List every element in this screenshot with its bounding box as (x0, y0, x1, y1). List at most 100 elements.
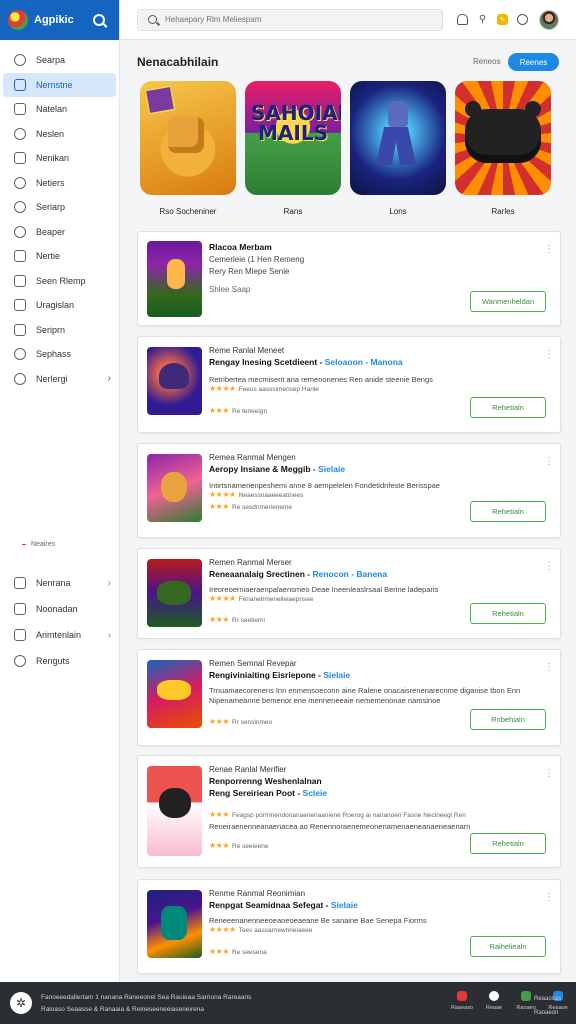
sidebar-item[interactable]: Noonadan (0, 596, 119, 622)
filter-icon[interactable]: ⚲ (477, 14, 488, 25)
card-description: Reneeenanenneeoeaoeoeaeane Be sanaine Ba… (209, 916, 427, 925)
message-icon (14, 152, 26, 165)
card-description: Intirtsnamenenpeshemi anne 8 aempelelen … (209, 481, 440, 490)
brand-bar: Agpikic (0, 0, 119, 40)
game-card[interactable]: Remen Semnal Revepar Rengiviniaiting Eis… (137, 649, 561, 746)
more-icon[interactable]: ⋮ (544, 768, 554, 779)
featured-caption: Rans (283, 207, 303, 216)
app-logo-icon[interactable] (8, 10, 28, 30)
footer-app[interactable]: Raaeaso (450, 991, 474, 1011)
rating-stars: ★★★ Re teneeign (209, 406, 268, 415)
card-description: Ireoreoerniaeraenpalaensmeo Deae Ineenle… (209, 585, 439, 594)
people-icon (14, 176, 26, 189)
card-action-button[interactable]: Rehetialn (470, 397, 546, 418)
sidebar-item-label: Arimtenlain (36, 630, 82, 640)
sidebar-item[interactable]: Nerlergi › (0, 367, 119, 392)
card-action-button[interactable]: Rehetialn (470, 603, 546, 624)
sidebar-item-label: Natelan (36, 104, 68, 115)
game-card[interactable]: Rlacoa Merbam Cemerleie (1 Hen Remeng Re… (137, 231, 561, 326)
game-card[interactable]: Remen Ranmal Merser Reneaanalaig Srectin… (137, 548, 561, 639)
sidebar-item[interactable]: Netiers (0, 171, 119, 196)
sidebar: Agpikic Searpa Nernstne Natelan Neslen N… (0, 0, 120, 982)
sidebar-item-active[interactable]: Nernstne (3, 72, 116, 97)
game-thumbnail[interactable] (147, 766, 202, 856)
search-input[interactable] (165, 15, 425, 24)
more-icon[interactable]: ⋮ (544, 561, 554, 572)
sidebar-item[interactable]: Searpa (0, 48, 119, 73)
cloud-icon (14, 348, 26, 361)
user-icon (14, 655, 26, 667)
featured-link[interactable]: Reneos (473, 57, 501, 66)
card-action-button[interactable]: Rehetialn (470, 833, 546, 854)
game-thumbnail[interactable] (147, 347, 202, 415)
sidebar-item[interactable]: Renguts (0, 648, 119, 674)
featured-tile[interactable]: Rso Socheniner (140, 81, 236, 216)
sidebar-item[interactable]: Uragislan (0, 293, 119, 318)
more-icon[interactable]: ⋮ (544, 456, 554, 467)
briefcase-icon (14, 629, 26, 641)
game-thumbnail[interactable] (147, 890, 202, 958)
bell-icon (14, 127, 26, 140)
sidebar-item[interactable]: Nertie (0, 244, 119, 269)
featured-button[interactable]: Reenes (508, 53, 559, 71)
featured-title: Nenacabhilain (137, 55, 219, 69)
game-thumbnail[interactable] (147, 559, 202, 627)
sidebar-item[interactable]: Nenrana › (0, 570, 119, 596)
game-card[interactable]: Renme Ranmal Reonimian Renpgat Seamidnaa… (137, 879, 561, 974)
card-action-button[interactable]: Raiheliealn (470, 936, 546, 957)
sidebar-section-label: Neaires (0, 541, 119, 548)
footer-app[interactable]: Reaae (482, 991, 506, 1011)
footer-logo-icon[interactable]: ✲ (10, 992, 32, 1014)
game-card[interactable]: Remea Ranmal Mengen Aeropy Insiane & Meg… (137, 443, 561, 538)
featured-caption: Rso Socheniner (159, 207, 217, 216)
search-icon[interactable] (93, 14, 105, 26)
card-headline: Reng Sereiriean Poot (209, 788, 295, 798)
notification-badge-icon[interactable]: ✎ (497, 14, 508, 25)
sidebar-item[interactable]: Sephass (0, 342, 119, 367)
sidebar-item[interactable]: Seen Rlemp (0, 269, 119, 294)
game-thumbnail[interactable] (147, 454, 202, 522)
game-thumbnail[interactable] (147, 241, 202, 317)
rating-text: Rr senslnmeo (232, 719, 273, 726)
rating-text: Re seeieene (232, 843, 269, 850)
more-icon[interactable]: ⋮ (544, 892, 554, 903)
sidebar-item[interactable]: Arimtenlain › (0, 622, 119, 648)
card-title: Rlacoa Merbam (209, 242, 272, 252)
card-icon (14, 274, 26, 287)
sidebar-item[interactable]: Beaper (0, 220, 119, 245)
toolbar-icons: ⚲ ✎ (457, 9, 559, 30)
footer-app-label: Reaae (485, 1005, 503, 1011)
sidebar-item[interactable]: Natelan (0, 97, 119, 122)
chevron-right-icon: › (107, 577, 111, 589)
card-action-button[interactable]: Rnbehialn (470, 709, 546, 730)
card-action-button[interactable]: Rehetialn (470, 501, 546, 522)
sidebar-item[interactable]: Seriarp (0, 195, 119, 220)
game-card[interactable]: Reme Ranlal Meneet Rengay Inesing Scetdi… (137, 336, 561, 433)
featured-tile[interactable]: Lons (350, 81, 446, 216)
chat-icon[interactable] (517, 14, 528, 25)
sidebar-item[interactable]: Nenikan (0, 146, 119, 171)
card-line: Rery Ren Mlepe Senie (209, 267, 290, 276)
more-icon[interactable]: ⋮ (544, 662, 554, 673)
footer-link[interactable]: Raoaeon (534, 1006, 561, 1020)
avatar[interactable] (539, 9, 559, 30)
card-action-button[interactable]: Wanmenheldan (470, 291, 546, 312)
sidebar-item[interactable]: Neslen (0, 122, 119, 147)
chevron-right-icon: › (107, 373, 111, 385)
rating-stars: ★★★ Rr seetiemi (209, 615, 265, 624)
more-icon[interactable]: ⋮ (544, 349, 554, 360)
featured-tile[interactable]: SAHOIAR MAILS Rans (245, 81, 341, 216)
image-icon (14, 603, 26, 615)
bell-icon[interactable] (457, 14, 468, 25)
game-thumbnail[interactable] (147, 660, 202, 728)
card-description: Nipenameanne bemenor ene menneneeaie nem… (209, 696, 441, 705)
rating-stars: ★★★★ Tees aassarnewnneiaeee (209, 925, 313, 934)
footer-link[interactable]: Reaaosas (534, 992, 561, 1006)
more-icon[interactable]: ⋮ (544, 244, 554, 255)
sidebar-item[interactable]: Seriprn (0, 318, 119, 343)
footer-text: Raloaso Seaasse & Ranaaia & Reineseeneei… (41, 1006, 204, 1013)
search-box[interactable] (137, 8, 443, 31)
footer-right: Reaaosas Raoaeon (534, 992, 561, 1020)
featured-tile[interactable]: Rarles (455, 81, 551, 216)
game-card[interactable]: Renae Ranlal Merifier Renporrenng Weshen… (137, 755, 561, 868)
